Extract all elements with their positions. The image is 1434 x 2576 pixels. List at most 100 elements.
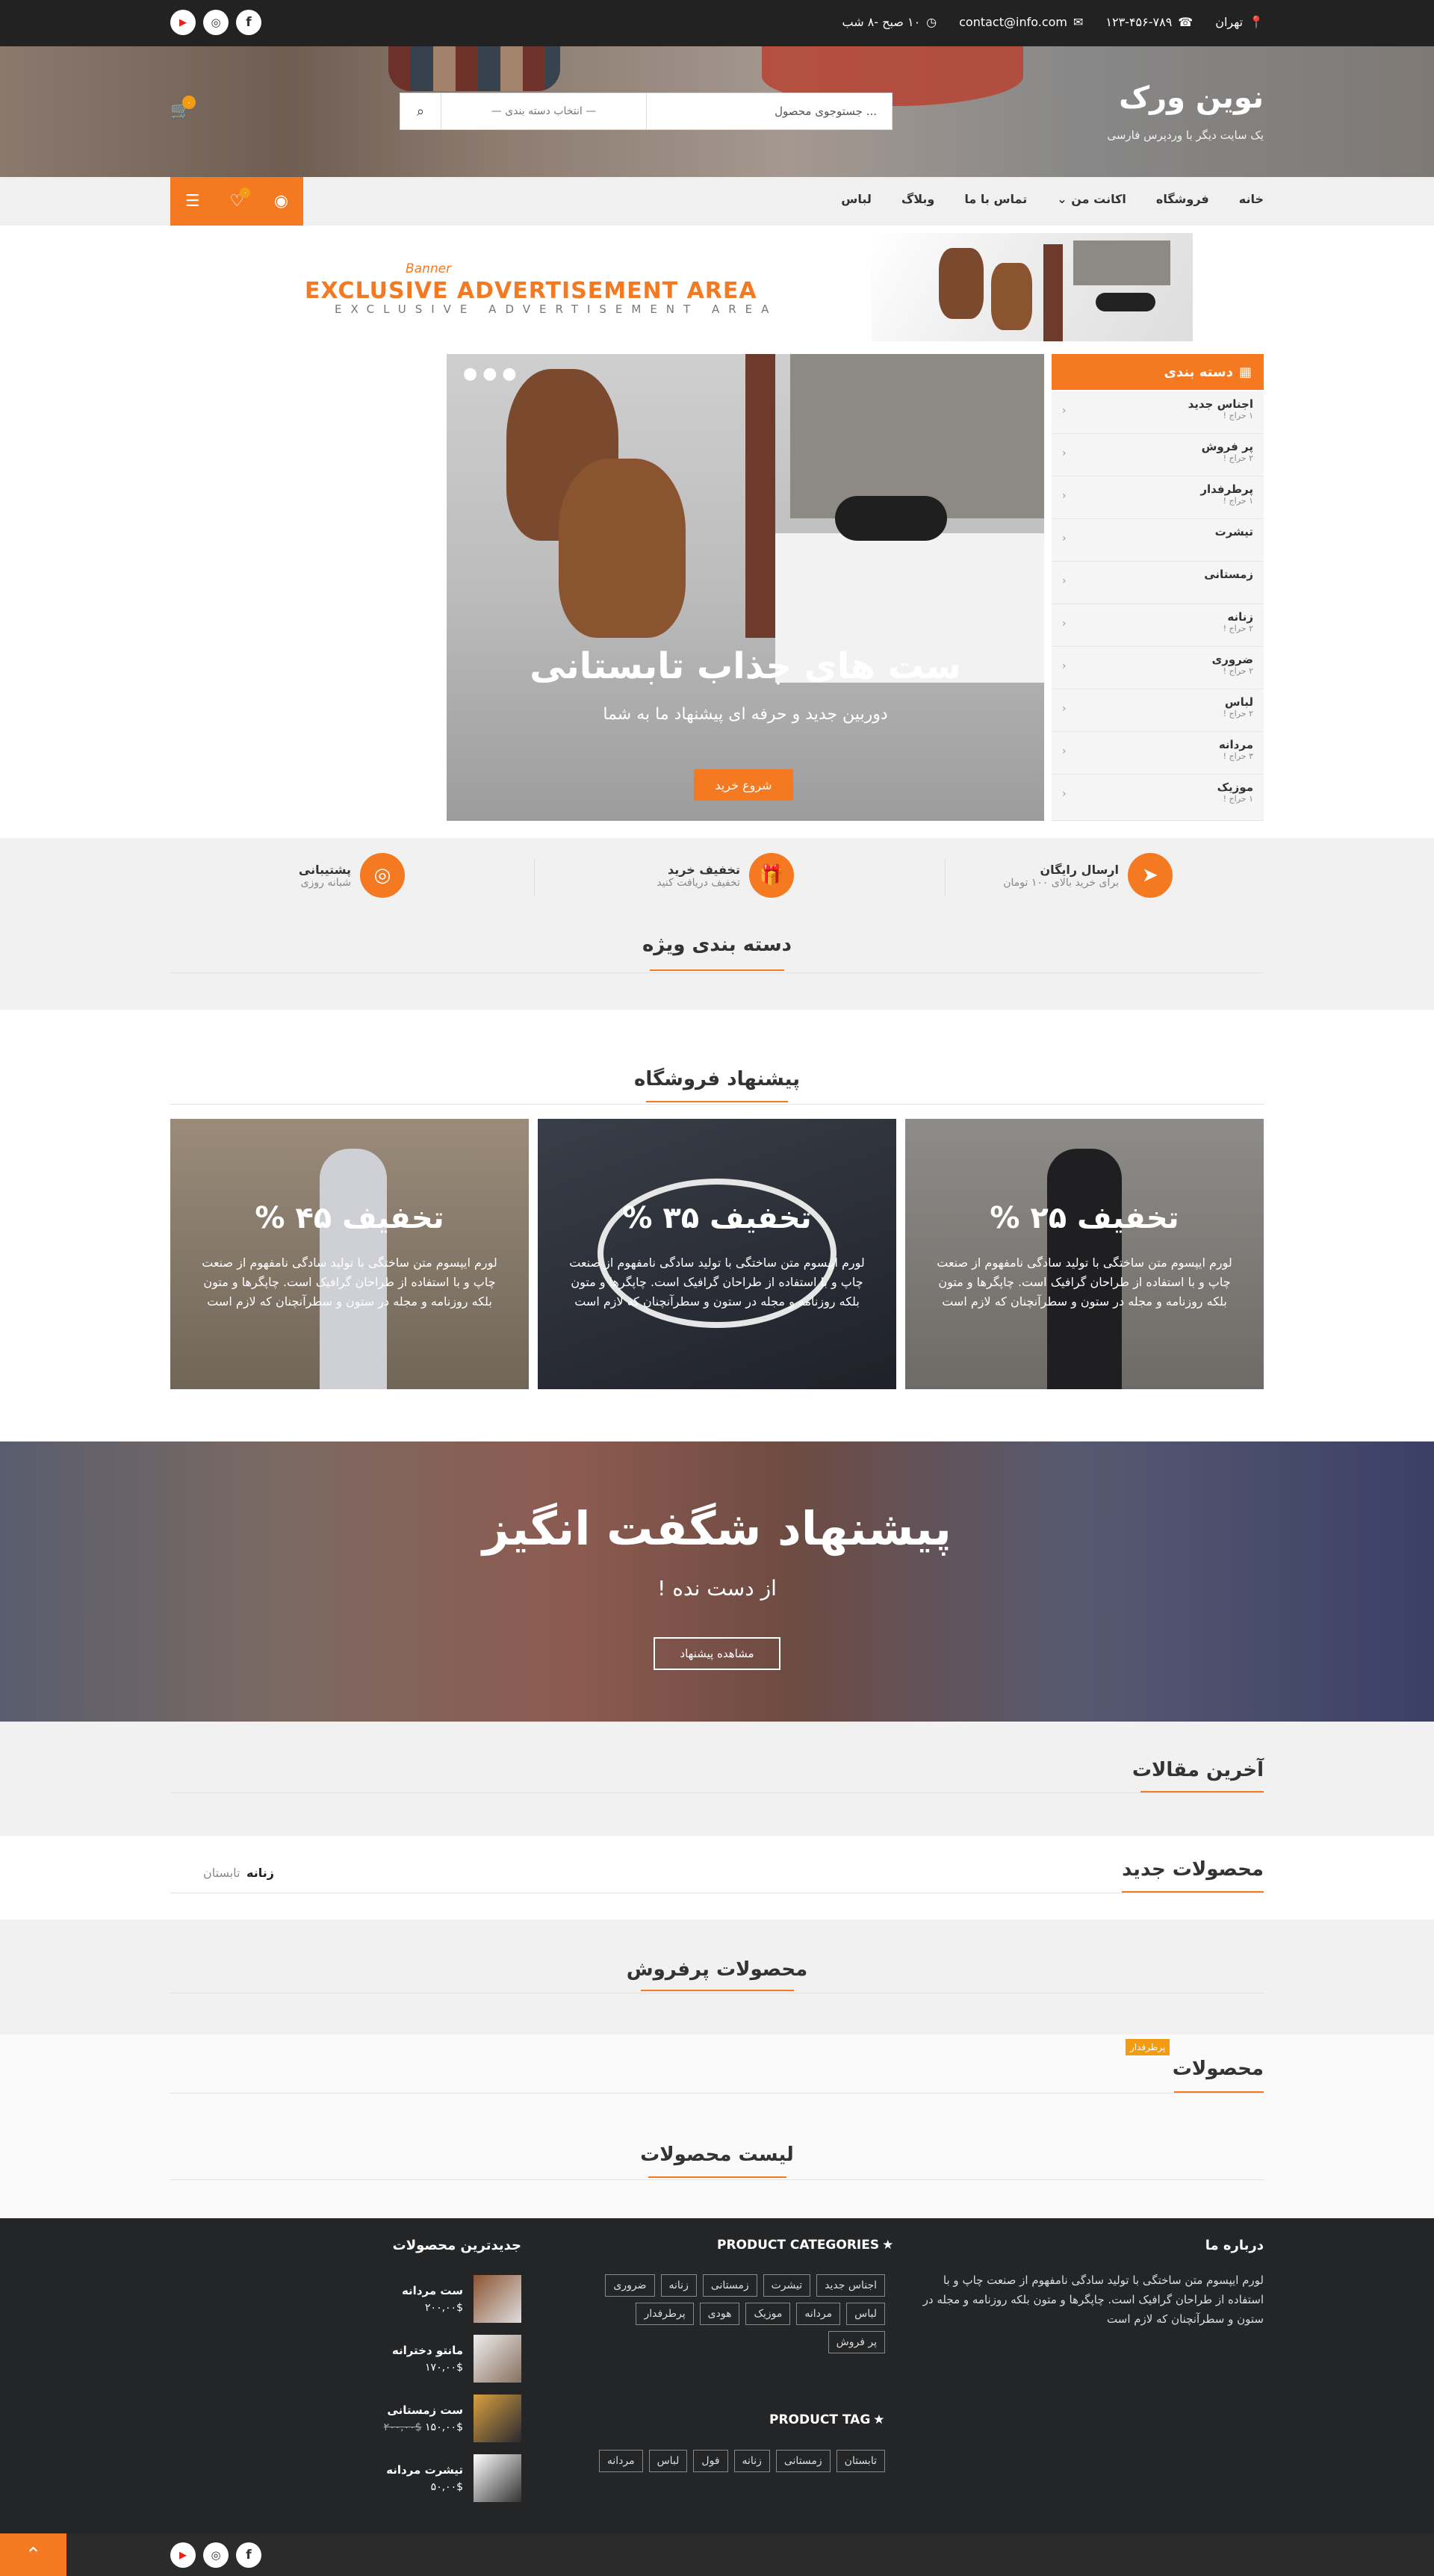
menu-item-account[interactable]: اکانت من ⌄ <box>1057 192 1126 206</box>
category-tag[interactable]: مردانه <box>796 2303 841 2325</box>
slider-image-belt <box>745 354 775 638</box>
facebook-icon[interactable]: f <box>236 10 261 35</box>
youtube-icon[interactable]: ▶ <box>170 10 196 35</box>
category-tag[interactable]: هودی <box>699 2303 740 2325</box>
category-tag[interactable]: لباس <box>846 2303 885 2325</box>
category-count: ۲ حراج ! <box>1223 709 1253 719</box>
scroll-to-top-button[interactable]: ⌃ <box>0 2533 66 2576</box>
product-tag[interactable]: مردانه <box>598 2450 643 2472</box>
menu-item-shop[interactable]: فروشگاه <box>1156 192 1209 206</box>
footer-product-item[interactable]: ست مردانه ۲۰۰,۰۰$ <box>402 2275 521 2323</box>
category-item[interactable]: پر فروش ۲ حراج ! ‹ <box>1052 434 1264 477</box>
tab-summer[interactable]: تابستان <box>203 1866 240 1880</box>
search-button[interactable]: ⌕ <box>400 93 441 129</box>
promo-card[interactable]: تخفیف ۴۵ % لورم ایپسوم متن ساختگی با تول… <box>170 1119 529 1389</box>
star-icon: ★ <box>882 2238 894 2253</box>
location-icon: 📍 <box>1249 15 1264 29</box>
category-item[interactable]: مردانه ۳ حراج ! ‹ <box>1052 732 1264 775</box>
header-bag-image-left <box>388 46 560 91</box>
slider-dots[interactable]: ● ● ● <box>463 364 517 383</box>
search-input[interactable]: جستوجوی محصول ... <box>647 93 892 129</box>
phone-icon: ☎ <box>1178 15 1194 29</box>
feature-title: ارسال رایگان <box>1040 862 1119 877</box>
category-item[interactable]: زمستانی ‹ <box>1052 562 1264 604</box>
user-icon[interactable]: ◉ <box>274 192 288 211</box>
chevron-left-icon: ‹ <box>1062 788 1067 800</box>
feature-divider <box>945 859 946 896</box>
product-price: ۲۰۰,۰۰$ <box>425 2302 463 2314</box>
section-title-product-list: لیست محصولات <box>640 2144 794 2166</box>
category-item[interactable]: اجناس جدید ۱ حراج ! ‹ <box>1052 391 1264 434</box>
chevron-left-icon: ‹ <box>1062 447 1067 459</box>
footer-product-tag-heading: PRODUCT TAG ★ <box>769 2412 885 2427</box>
hamburger-menu-icon[interactable]: ☰ <box>185 192 200 211</box>
promo-card[interactable]: تخفیف ۲۵ % لورم ایپسوم متن ساختگی با تول… <box>905 1119 1264 1389</box>
category-item[interactable]: پرطرفدار ۱ حراج ! ‹ <box>1052 477 1264 519</box>
offer-subtitle: از دست نده ! <box>657 1576 777 1601</box>
offer-title: پیشنهاد شگفت انگیز <box>482 1501 952 1556</box>
category-tag[interactable]: تیشرت <box>763 2274 811 2297</box>
feature-title: پشتیبانی <box>298 862 351 877</box>
category-count: ۱ حراج ! <box>1223 411 1253 420</box>
feature-discount: 🎁 تخفیف خرید تخفیف دریافت کنید <box>657 853 794 898</box>
product-thumbnail <box>474 2275 521 2323</box>
promo-card[interactable]: تخفیف ۳۵ % لورم ایپسوم متن ساختگی با تول… <box>538 1119 896 1389</box>
section-divider <box>170 972 1264 973</box>
instagram-icon[interactable]: ◎ <box>203 10 229 35</box>
footer-product-item[interactable]: ست زمستانی ۱۵۰,۰۰$ ۲۰۰,۰۰$ <box>384 2395 521 2442</box>
category-tag[interactable]: اجناس جدید <box>816 2274 885 2297</box>
menu-item-home[interactable]: خانه <box>1239 192 1264 206</box>
footer-product-item[interactable]: تیشرت مردانه ۵۰,۰۰$ <box>386 2454 521 2502</box>
menu-item-contact[interactable]: تماس با ما <box>964 192 1027 206</box>
advertisement-banner[interactable]: Banner EXCLUSIVE ADVERTISEMENT AREA EXCL… <box>170 226 1264 345</box>
category-tag[interactable]: زمستانی <box>702 2274 757 2297</box>
feature-support: ◎ پشتیبانی شبانه روزی <box>299 853 405 898</box>
feature-subtitle: برای خرید بالای ۱۰۰ تومان <box>1003 876 1119 889</box>
facebook-icon[interactable]: f <box>236 2542 261 2568</box>
chevron-left-icon: ‹ <box>1062 405 1067 417</box>
category-tag[interactable]: پر فروش <box>828 2331 885 2353</box>
product-thumbnail <box>474 2454 521 2502</box>
product-tag[interactable]: تابستان <box>836 2450 885 2472</box>
product-price: ۵۰,۰۰$ <box>430 2481 463 2493</box>
category-select[interactable]: — انتخاب دسته بندی — <box>441 93 647 129</box>
instagram-icon[interactable]: ◎ <box>203 2542 229 2568</box>
category-tag[interactable]: ضروری <box>605 2274 655 2297</box>
chevron-left-icon: ‹ <box>1062 490 1067 502</box>
grid-icon: ▦ <box>1238 364 1252 380</box>
category-name: زنانه <box>1227 610 1253 624</box>
slider-image-glasses <box>835 496 947 541</box>
feature-subtitle: تخفیف دریافت کنید <box>657 876 740 889</box>
category-item[interactable]: تیشرت ‹ <box>1052 519 1264 562</box>
category-tag[interactable]: موزیک <box>745 2303 791 2325</box>
menu-item-clothing[interactable]: لباس <box>841 192 872 206</box>
category-item[interactable]: ضروری ۲ حراج ! ‹ <box>1052 647 1264 689</box>
amazing-offer-banner: پیشنهاد شگفت انگیز از دست نده ! مشاهده پ… <box>0 1441 1434 1722</box>
start-shopping-button[interactable]: شروع خرید <box>694 769 793 801</box>
menu-item-blog[interactable]: وبلاگ <box>901 192 934 206</box>
youtube-icon[interactable]: ▶ <box>170 2542 196 2568</box>
chevron-down-icon: ⌄ <box>1057 192 1067 206</box>
tab-women[interactable]: زنانه <box>246 1866 274 1880</box>
section-underline <box>646 1101 788 1102</box>
product-tag[interactable]: زنانه <box>733 2450 770 2472</box>
category-tag[interactable]: زنانه <box>660 2274 697 2297</box>
product-tag[interactable]: فول <box>693 2450 728 2472</box>
heart-icon[interactable]: ♡ ۰ <box>229 187 251 211</box>
category-item[interactable]: زنانه ۲ حراج ! ‹ <box>1052 604 1264 647</box>
phone-item: ☎ ۱۲۳-۴۵۶-۷۸۹ <box>1105 15 1193 29</box>
site-title[interactable]: نوین ورک <box>1119 81 1264 115</box>
footer-product-item[interactable]: مانتو دخترانه ۱۷۰,۰۰$ <box>392 2335 521 2383</box>
chevron-left-icon: ‹ <box>1062 703 1067 715</box>
product-tag[interactable]: لباس <box>648 2450 688 2472</box>
category-item[interactable]: لباس ۲ حراج ! ‹ <box>1052 689 1264 732</box>
category-item[interactable]: موزیک ۱ حراج ! ‹ <box>1052 775 1264 821</box>
product-tag[interactable]: زمستانی <box>775 2450 831 2472</box>
nav-action-bar: ☰ ♡ ۰ ◉ <box>170 177 303 226</box>
feature-title: تخفیف خرید <box>668 862 740 877</box>
view-offer-button[interactable]: مشاهده پیشنهاد <box>654 1637 780 1670</box>
category-tag[interactable]: پرطرفدار <box>636 2303 694 2325</box>
cart-count-badge: ۰ <box>182 96 196 109</box>
clock-icon: ◷ <box>926 15 937 29</box>
section-title-bestsellers: محصولات پرفروش <box>626 1958 808 1981</box>
